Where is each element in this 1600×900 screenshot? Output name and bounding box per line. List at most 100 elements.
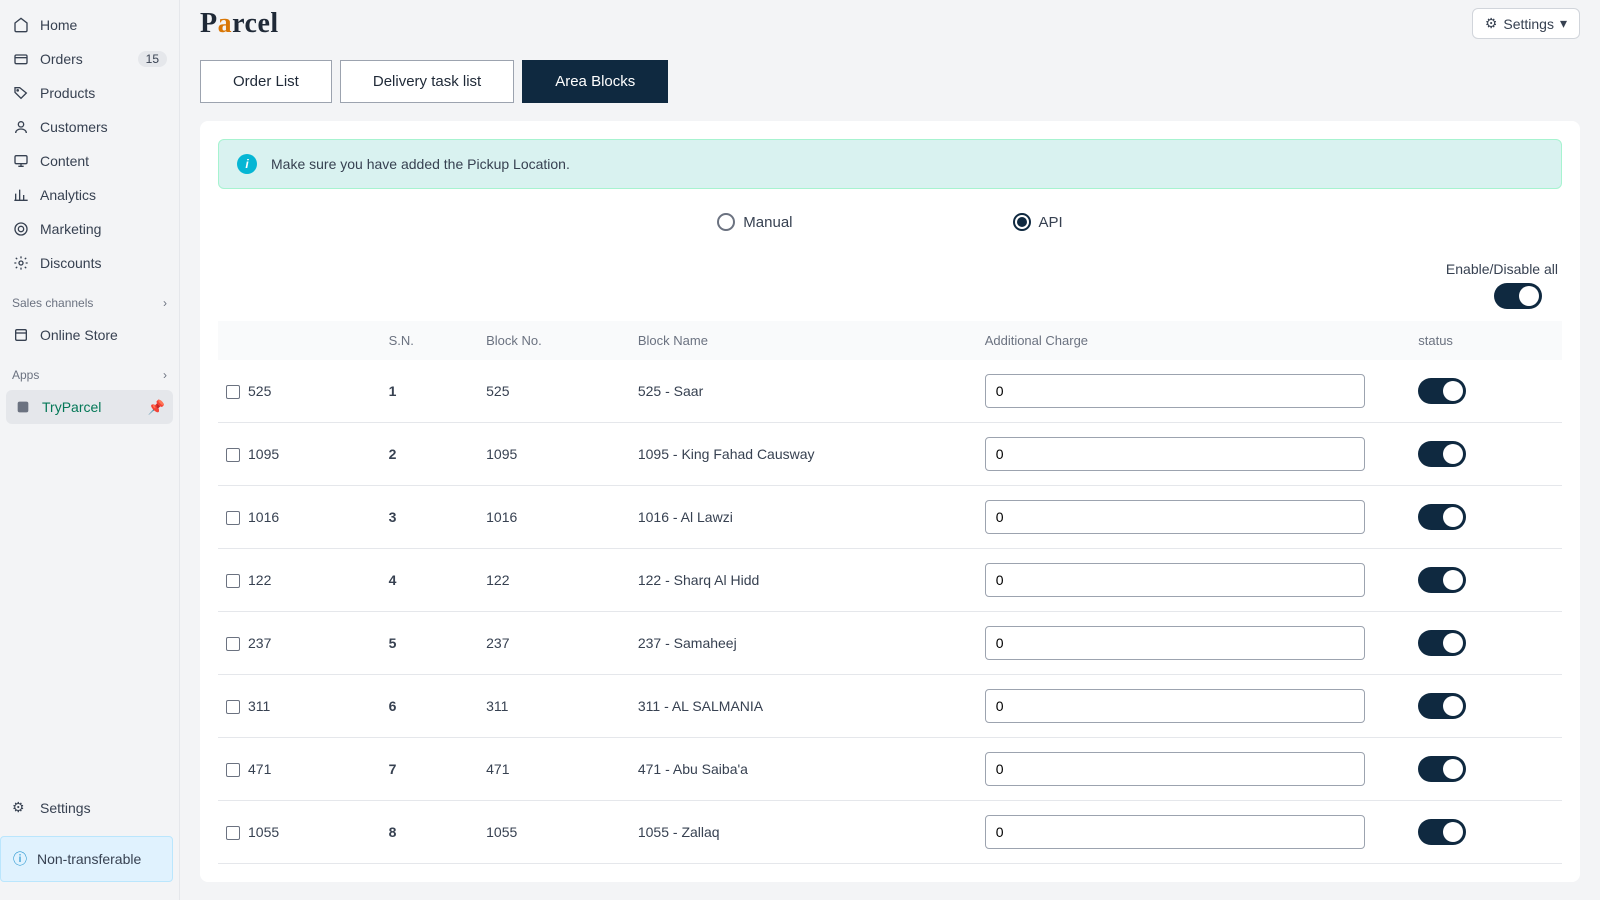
sidebar-item-home[interactable]: Home: [0, 8, 179, 42]
chevron-down-icon: ▾: [1560, 15, 1567, 32]
chevron-right-icon: ›: [163, 296, 167, 310]
header-block-no: Block No.: [478, 321, 630, 360]
row-checkbox[interactable]: [226, 826, 240, 840]
row-check-label: 1016: [248, 509, 279, 525]
sidebar-item-label: Discounts: [40, 255, 167, 271]
apps-section[interactable]: Apps ›: [0, 360, 179, 390]
table-row: 525 1 525 525 - Saar: [218, 360, 1562, 423]
row-check-label: 237: [248, 635, 271, 651]
sidebar-item-label: Products: [40, 85, 167, 101]
gear-icon: [12, 254, 30, 272]
toggle-all-switch[interactable]: [1494, 283, 1542, 309]
section-label: Apps: [12, 368, 39, 382]
header-block-name: Block Name: [630, 321, 977, 360]
row-block-name: 1016 - Al Lawzi: [630, 486, 977, 549]
row-sn: 2: [381, 423, 479, 486]
row-checkbox[interactable]: [226, 511, 240, 525]
status-toggle[interactable]: [1418, 567, 1466, 593]
charge-input[interactable]: [985, 689, 1365, 723]
pin-icon[interactable]: 📌: [148, 399, 165, 416]
notice-text: Non-transferable: [37, 851, 141, 867]
row-sn: 8: [381, 801, 479, 864]
app-icon: [14, 398, 32, 416]
info-icon: ⓘ: [13, 849, 27, 869]
row-block-name: 1055 - Zallaq: [630, 801, 977, 864]
charge-input[interactable]: [985, 500, 1365, 534]
sidebar-item-discounts[interactable]: Discounts: [0, 246, 179, 280]
table-row: 471 7 471 471 - Abu Saiba'a: [218, 738, 1562, 801]
sidebar-item-content[interactable]: Content: [0, 144, 179, 178]
radio-manual[interactable]: Manual: [717, 213, 792, 231]
table-row: 122 4 122 122 - Sharq Al Hidd: [218, 549, 1562, 612]
charge-input[interactable]: [985, 752, 1365, 786]
status-toggle[interactable]: [1418, 378, 1466, 404]
row-sn: 4: [381, 549, 479, 612]
status-toggle[interactable]: [1418, 504, 1466, 530]
sidebar-item-label: Orders: [40, 51, 138, 67]
row-checkbox[interactable]: [226, 448, 240, 462]
tag-icon: [12, 84, 30, 102]
sidebar-item-orders[interactable]: Orders 15: [0, 42, 179, 76]
sidebar-item-marketing[interactable]: Marketing: [0, 212, 179, 246]
header-charge: Additional Charge: [977, 321, 1411, 360]
mode-selector: Manual API: [218, 213, 1562, 231]
row-check-label: 525: [248, 383, 271, 399]
settings-button-label: Settings: [1503, 16, 1554, 32]
target-icon: [12, 220, 30, 238]
row-block-name: 237 - Samaheej: [630, 612, 977, 675]
tabs: Order List Delivery task list Area Block…: [200, 60, 1580, 103]
tab-area-blocks[interactable]: Area Blocks: [522, 60, 668, 103]
chart-icon: [12, 186, 30, 204]
row-checkbox[interactable]: [226, 637, 240, 651]
sidebar-item-tryparcel[interactable]: TryParcel 📌: [6, 390, 173, 424]
row-checkbox[interactable]: [226, 574, 240, 588]
status-toggle[interactable]: [1418, 819, 1466, 845]
table-row: 1095 2 1095 1095 - King Fahad Causway: [218, 423, 1562, 486]
row-block-no: 122: [478, 549, 630, 612]
area-blocks-table: S.N. Block No. Block Name Additional Cha…: [218, 321, 1562, 864]
status-toggle[interactable]: [1418, 756, 1466, 782]
tab-order-list[interactable]: Order List: [200, 60, 332, 103]
charge-input[interactable]: [985, 626, 1365, 660]
section-label: Sales channels: [12, 296, 93, 310]
settings-button[interactable]: ⚙ Settings ▾: [1472, 8, 1580, 39]
header-sn: S.N.: [381, 321, 479, 360]
sidebar-item-customers[interactable]: Customers: [0, 110, 179, 144]
charge-input[interactable]: [985, 815, 1365, 849]
table-row: 237 5 237 237 - Samaheej: [218, 612, 1562, 675]
app-logo: Parcel: [200, 8, 279, 40]
sales-channels-section[interactable]: Sales channels ›: [0, 288, 179, 318]
charge-input[interactable]: [985, 437, 1365, 471]
sidebar-item-label: TryParcel: [42, 399, 148, 415]
row-check-label: 122: [248, 572, 271, 588]
status-toggle[interactable]: [1418, 441, 1466, 467]
row-checkbox[interactable]: [226, 700, 240, 714]
sidebar-item-products[interactable]: Products: [0, 76, 179, 110]
radio-api[interactable]: API: [1013, 213, 1063, 231]
row-checkbox[interactable]: [226, 763, 240, 777]
sidebar-item-online-store[interactable]: Online Store: [0, 318, 179, 352]
sidebar-item-settings[interactable]: ⚙ Settings: [0, 789, 179, 826]
main-content: Parcel ⚙ Settings ▾ Order List Delivery …: [180, 0, 1600, 900]
charge-input[interactable]: [985, 563, 1365, 597]
sidebar-item-label: Home: [40, 17, 167, 33]
inbox-icon: [12, 50, 30, 68]
display-icon: [12, 152, 30, 170]
row-checkbox[interactable]: [226, 385, 240, 399]
sidebar-item-analytics[interactable]: Analytics: [0, 178, 179, 212]
footer-notice: ⓘ Non-transferable: [0, 836, 173, 882]
row-block-name: 311 - AL SALMANIA: [630, 675, 977, 738]
radio-icon: [717, 213, 735, 231]
row-block-no: 237: [478, 612, 630, 675]
gear-icon: ⚙: [1485, 15, 1498, 32]
status-toggle[interactable]: [1418, 630, 1466, 656]
row-block-name: 525 - Saar: [630, 360, 977, 423]
tab-delivery-task-list[interactable]: Delivery task list: [340, 60, 514, 103]
row-block-no: 471: [478, 738, 630, 801]
charge-input[interactable]: [985, 374, 1365, 408]
sidebar-item-label: Settings: [40, 800, 91, 816]
orders-badge: 15: [138, 51, 167, 67]
row-sn: 1: [381, 360, 479, 423]
row-sn: 7: [381, 738, 479, 801]
status-toggle[interactable]: [1418, 693, 1466, 719]
